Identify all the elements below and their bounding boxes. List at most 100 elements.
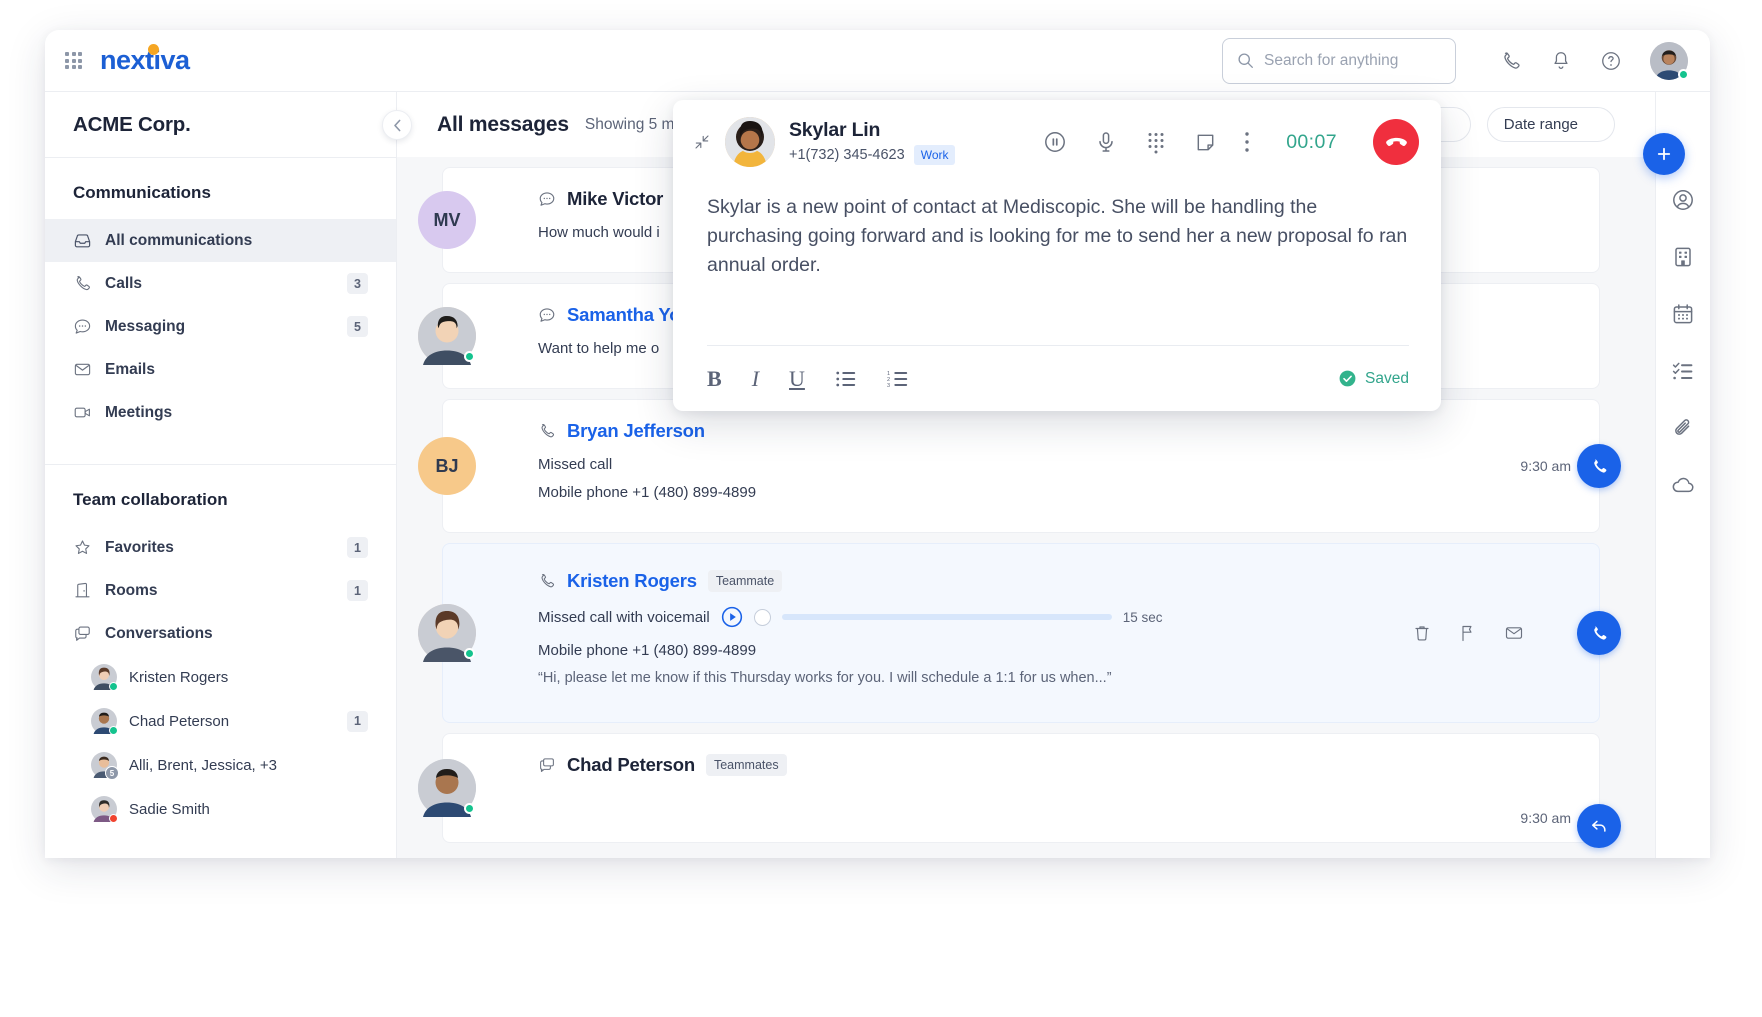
right-rail xyxy=(1655,92,1710,858)
phone-icon xyxy=(538,422,556,440)
playback-progress-bar[interactable] xyxy=(782,614,1112,620)
playback-scrubber-handle[interactable] xyxy=(754,609,771,626)
search-input[interactable]: Search for anything xyxy=(1222,38,1456,84)
reply-button[interactable] xyxy=(1577,804,1621,848)
bullet-list-icon[interactable] xyxy=(835,369,857,389)
status-badge xyxy=(1678,69,1689,80)
call-panel-header: Skylar Lin +1(732) 345-4623 Work xyxy=(673,100,1441,181)
contact-name[interactable]: Chad Peterson xyxy=(567,754,695,776)
logo-text: nextiva xyxy=(100,45,190,75)
attachment-icon[interactable] xyxy=(1671,416,1695,440)
hangup-button[interactable] xyxy=(1373,119,1419,165)
note-icon[interactable] xyxy=(1194,131,1217,154)
voicemail-transcript: “Hi, please let me know if this Thursday… xyxy=(538,670,1571,686)
sidebar-item-label: Messaging xyxy=(105,318,334,336)
topbar-icon-group xyxy=(1500,50,1622,72)
caller-phone: +1(732) 345-4623 xyxy=(789,147,905,163)
numbered-list-icon[interactable]: 1 2 3 xyxy=(887,369,909,389)
conversation-item-kristen-rogers[interactable]: Kristen Rogers xyxy=(45,655,396,699)
sidebar-item-badge: 3 xyxy=(347,273,368,294)
sidebar-item-label: Calls xyxy=(105,275,334,293)
contact-icon[interactable] xyxy=(1671,188,1695,212)
sidebar-item-all-communications[interactable]: All communications xyxy=(45,219,396,262)
grid-apps-icon[interactable] xyxy=(65,52,82,69)
avatar-initials: BJ xyxy=(435,456,458,477)
calendar-icon[interactable] xyxy=(1671,302,1695,326)
add-button[interactable] xyxy=(1643,133,1685,175)
sidebar-item-label: All communications xyxy=(105,232,368,250)
collapse-diagonal-icon[interactable] xyxy=(693,133,711,151)
phone-icon xyxy=(73,274,92,293)
filter-label: Date range xyxy=(1504,116,1578,133)
sidebar-item-label: Meetings xyxy=(105,404,368,422)
mail-icon[interactable] xyxy=(1504,623,1524,643)
conversation-item-sadie-smith[interactable]: Sadie Smith xyxy=(45,787,396,831)
app-body: ACME Corp. Communications All communicat… xyxy=(45,92,1710,858)
status-badge xyxy=(109,682,118,691)
italic-icon[interactable]: I xyxy=(752,366,759,392)
phone-icon xyxy=(1590,624,1609,643)
keypad-icon[interactable] xyxy=(1145,130,1167,154)
sidebar-item-messaging[interactable]: Messaging 5 xyxy=(45,305,396,348)
top-bar: nextiva Search for anything xyxy=(45,30,1710,92)
table-row[interactable]: BJ Bryan Jefferson Missed call Mobile ph… xyxy=(442,399,1600,533)
call-note-text[interactable]: Skylar is a new point of contact at Medi… xyxy=(673,181,1441,331)
delete-icon[interactable] xyxy=(1412,623,1432,643)
microphone-icon[interactable] xyxy=(1094,130,1118,154)
phone-icon[interactable] xyxy=(1500,50,1522,72)
timestamp: 9:30 am xyxy=(1520,810,1571,826)
sidebar-item-emails[interactable]: Emails xyxy=(45,348,396,391)
bell-icon[interactable] xyxy=(1550,50,1572,72)
play-icon[interactable] xyxy=(721,606,743,628)
sidebar-item-meetings[interactable]: Meetings xyxy=(45,391,396,434)
flag-icon[interactable] xyxy=(1458,623,1478,643)
phone-line: Mobile phone +1 (480) 899-4899 xyxy=(538,642,1571,659)
avatar: BJ xyxy=(418,437,476,495)
conversations-icon xyxy=(73,624,92,643)
building-icon[interactable] xyxy=(1671,245,1695,269)
sidebar-item-favorites[interactable]: Favorites 1 xyxy=(45,526,396,569)
sidebar-item-conversations[interactable]: Conversations xyxy=(45,612,396,655)
cloud-icon[interactable] xyxy=(1671,473,1695,497)
avatar xyxy=(91,708,117,734)
underline-icon[interactable]: U xyxy=(789,366,805,392)
avatar xyxy=(418,307,476,365)
logo-dot-icon xyxy=(148,44,159,55)
sidebar-collapse-button[interactable] xyxy=(382,110,412,140)
avatar xyxy=(418,759,476,817)
nextiva-logo[interactable]: nextiva xyxy=(100,45,190,76)
caller-avatar xyxy=(725,117,775,167)
voicemail-duration: 15 sec xyxy=(1123,610,1163,625)
table-row[interactable]: Kristen Rogers Teammate Missed call with… xyxy=(442,543,1600,723)
call-back-button[interactable] xyxy=(1577,611,1621,655)
sidebar-item-rooms[interactable]: Rooms 1 xyxy=(45,569,396,612)
phone-icon xyxy=(538,572,556,590)
conversation-item-chad-peterson[interactable]: Chad Peterson 1 xyxy=(45,699,396,743)
status-badge: Teammate xyxy=(708,570,782,592)
section-title-team-collaboration: Team collaboration xyxy=(45,465,396,526)
filter-date-range[interactable]: Date range xyxy=(1487,107,1615,142)
row-header: Bryan Jefferson xyxy=(538,420,1571,442)
contact-name[interactable]: Mike Victor xyxy=(567,188,663,210)
status-badge xyxy=(464,803,475,814)
sidebar-item-calls[interactable]: Calls 3 xyxy=(45,262,396,305)
sidebar-item-badge: 1 xyxy=(347,537,368,558)
caller-name: Skylar Lin xyxy=(789,119,955,141)
hold-pause-icon[interactable] xyxy=(1043,130,1067,154)
conversation-item-group[interactable]: 5 Alli, Brent, Jessica, +3 xyxy=(45,743,396,787)
more-vertical-icon[interactable] xyxy=(1244,131,1250,153)
avatar[interactable] xyxy=(1650,42,1688,80)
call-back-button[interactable] xyxy=(1577,444,1621,488)
chat-bubble-icon xyxy=(538,190,556,208)
table-row[interactable]: Chad Peterson Teammates 9:30 am xyxy=(442,733,1600,843)
contact-name[interactable]: Kristen Rogers xyxy=(567,570,697,592)
status-badge xyxy=(464,351,475,362)
bold-icon[interactable]: B xyxy=(707,366,722,392)
avatar xyxy=(91,664,117,690)
sidebar-item-badge: 5 xyxy=(347,316,368,337)
tasks-icon[interactable] xyxy=(1671,359,1695,383)
avatar-portrait-icon xyxy=(725,117,775,167)
contact-name[interactable]: Bryan Jefferson xyxy=(567,420,705,442)
star-icon xyxy=(73,538,92,557)
help-icon[interactable] xyxy=(1600,50,1622,72)
